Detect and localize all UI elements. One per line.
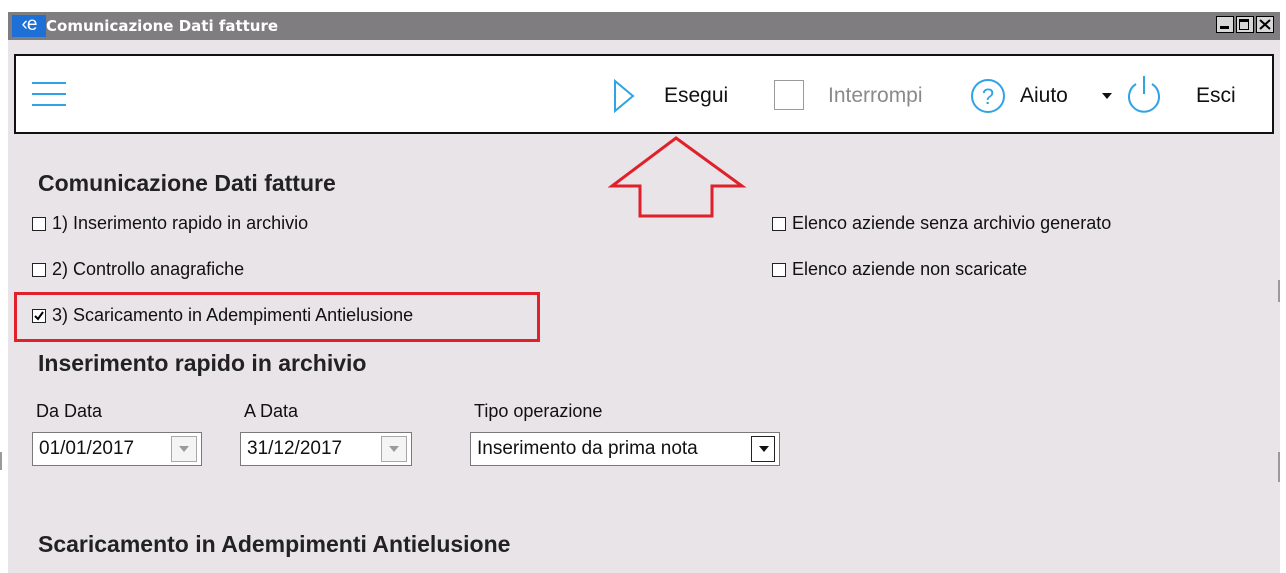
stop-icon[interactable] bbox=[774, 80, 804, 110]
minimize-button[interactable] bbox=[1216, 16, 1234, 33]
svg-text:?: ? bbox=[982, 84, 994, 109]
window-title: Comunicazione Dati fatture bbox=[46, 17, 279, 35]
resize-handle[interactable] bbox=[1278, 452, 1280, 482]
resize-handle[interactable] bbox=[1278, 280, 1280, 302]
close-icon bbox=[1259, 19, 1271, 30]
operation-type-select[interactable]: Inserimento da prima nota bbox=[470, 432, 780, 466]
to-date-label: A Data bbox=[244, 401, 299, 421]
check-icon bbox=[34, 311, 44, 321]
menu-icon[interactable] bbox=[32, 82, 66, 108]
chevron-down-icon bbox=[179, 446, 189, 452]
help-button[interactable]: Aiuto bbox=[1020, 76, 1068, 116]
option-companies-no-archive-label[interactable]: Elenco aziende senza archivio generato bbox=[792, 213, 1111, 234]
option-2-checkbox[interactable] bbox=[32, 263, 46, 277]
inserimento-title: Inserimento rapido in archivio bbox=[38, 350, 367, 376]
from-date-dropdown[interactable] bbox=[171, 436, 197, 462]
annotation-arrow-icon bbox=[608, 136, 747, 218]
option-3-checkbox[interactable] bbox=[32, 309, 46, 323]
exit-button[interactable]: Esci bbox=[1196, 76, 1236, 116]
operation-type-label: Tipo operazione bbox=[474, 401, 603, 421]
to-date-value: 31/12/2017 bbox=[247, 438, 343, 459]
close-button[interactable] bbox=[1256, 16, 1274, 33]
help-icon[interactable]: ? bbox=[970, 78, 1006, 114]
chevron-down-icon bbox=[389, 446, 399, 452]
resize-handle[interactable] bbox=[0, 452, 2, 470]
operation-type-value: Inserimento da prima nota bbox=[477, 438, 698, 459]
chevron-down-icon bbox=[759, 446, 769, 452]
maximize-button[interactable] bbox=[1236, 16, 1254, 33]
chevron-down-icon[interactable] bbox=[1102, 93, 1112, 99]
option-2-label[interactable]: 2) Controllo anagrafiche bbox=[52, 259, 244, 280]
option-1-checkbox[interactable] bbox=[32, 217, 46, 231]
run-button[interactable]: Esegui bbox=[664, 76, 728, 116]
from-date-value: 01/01/2017 bbox=[39, 438, 135, 459]
scaricamento-title: Scaricamento in Adempimenti Antielusione bbox=[38, 531, 511, 557]
option-companies-no-archive-checkbox[interactable] bbox=[772, 217, 786, 231]
toolbar: Esegui Interrompi ? Aiuto Esci bbox=[14, 54, 1274, 134]
option-1-label[interactable]: 1) Inserimento rapido in archivio bbox=[52, 213, 308, 234]
main-window: ‹e Comunicazione Dati fatture Esegui Int… bbox=[8, 12, 1280, 573]
option-companies-not-downloaded-checkbox[interactable] bbox=[772, 263, 786, 277]
app-logo: ‹e bbox=[12, 15, 46, 37]
option-companies-not-downloaded-label[interactable]: Elenco aziende non scaricate bbox=[792, 259, 1027, 280]
option-3-label[interactable]: 3) Scaricamento in Adempimenti Antielusi… bbox=[52, 305, 413, 326]
operation-type-dropdown[interactable] bbox=[751, 436, 775, 462]
power-icon[interactable] bbox=[1124, 74, 1164, 116]
to-date-field[interactable]: 31/12/2017 bbox=[240, 432, 412, 466]
from-date-label: Da Data bbox=[36, 401, 103, 421]
title-bar[interactable]: ‹e Comunicazione Dati fatture bbox=[8, 12, 1280, 40]
interrupt-button[interactable]: Interrompi bbox=[828, 76, 923, 116]
play-icon[interactable] bbox=[612, 78, 636, 114]
from-date-field[interactable]: 01/01/2017 bbox=[32, 432, 202, 466]
section-title: Comunicazione Dati fatture bbox=[38, 170, 336, 196]
to-date-dropdown[interactable] bbox=[381, 436, 407, 462]
